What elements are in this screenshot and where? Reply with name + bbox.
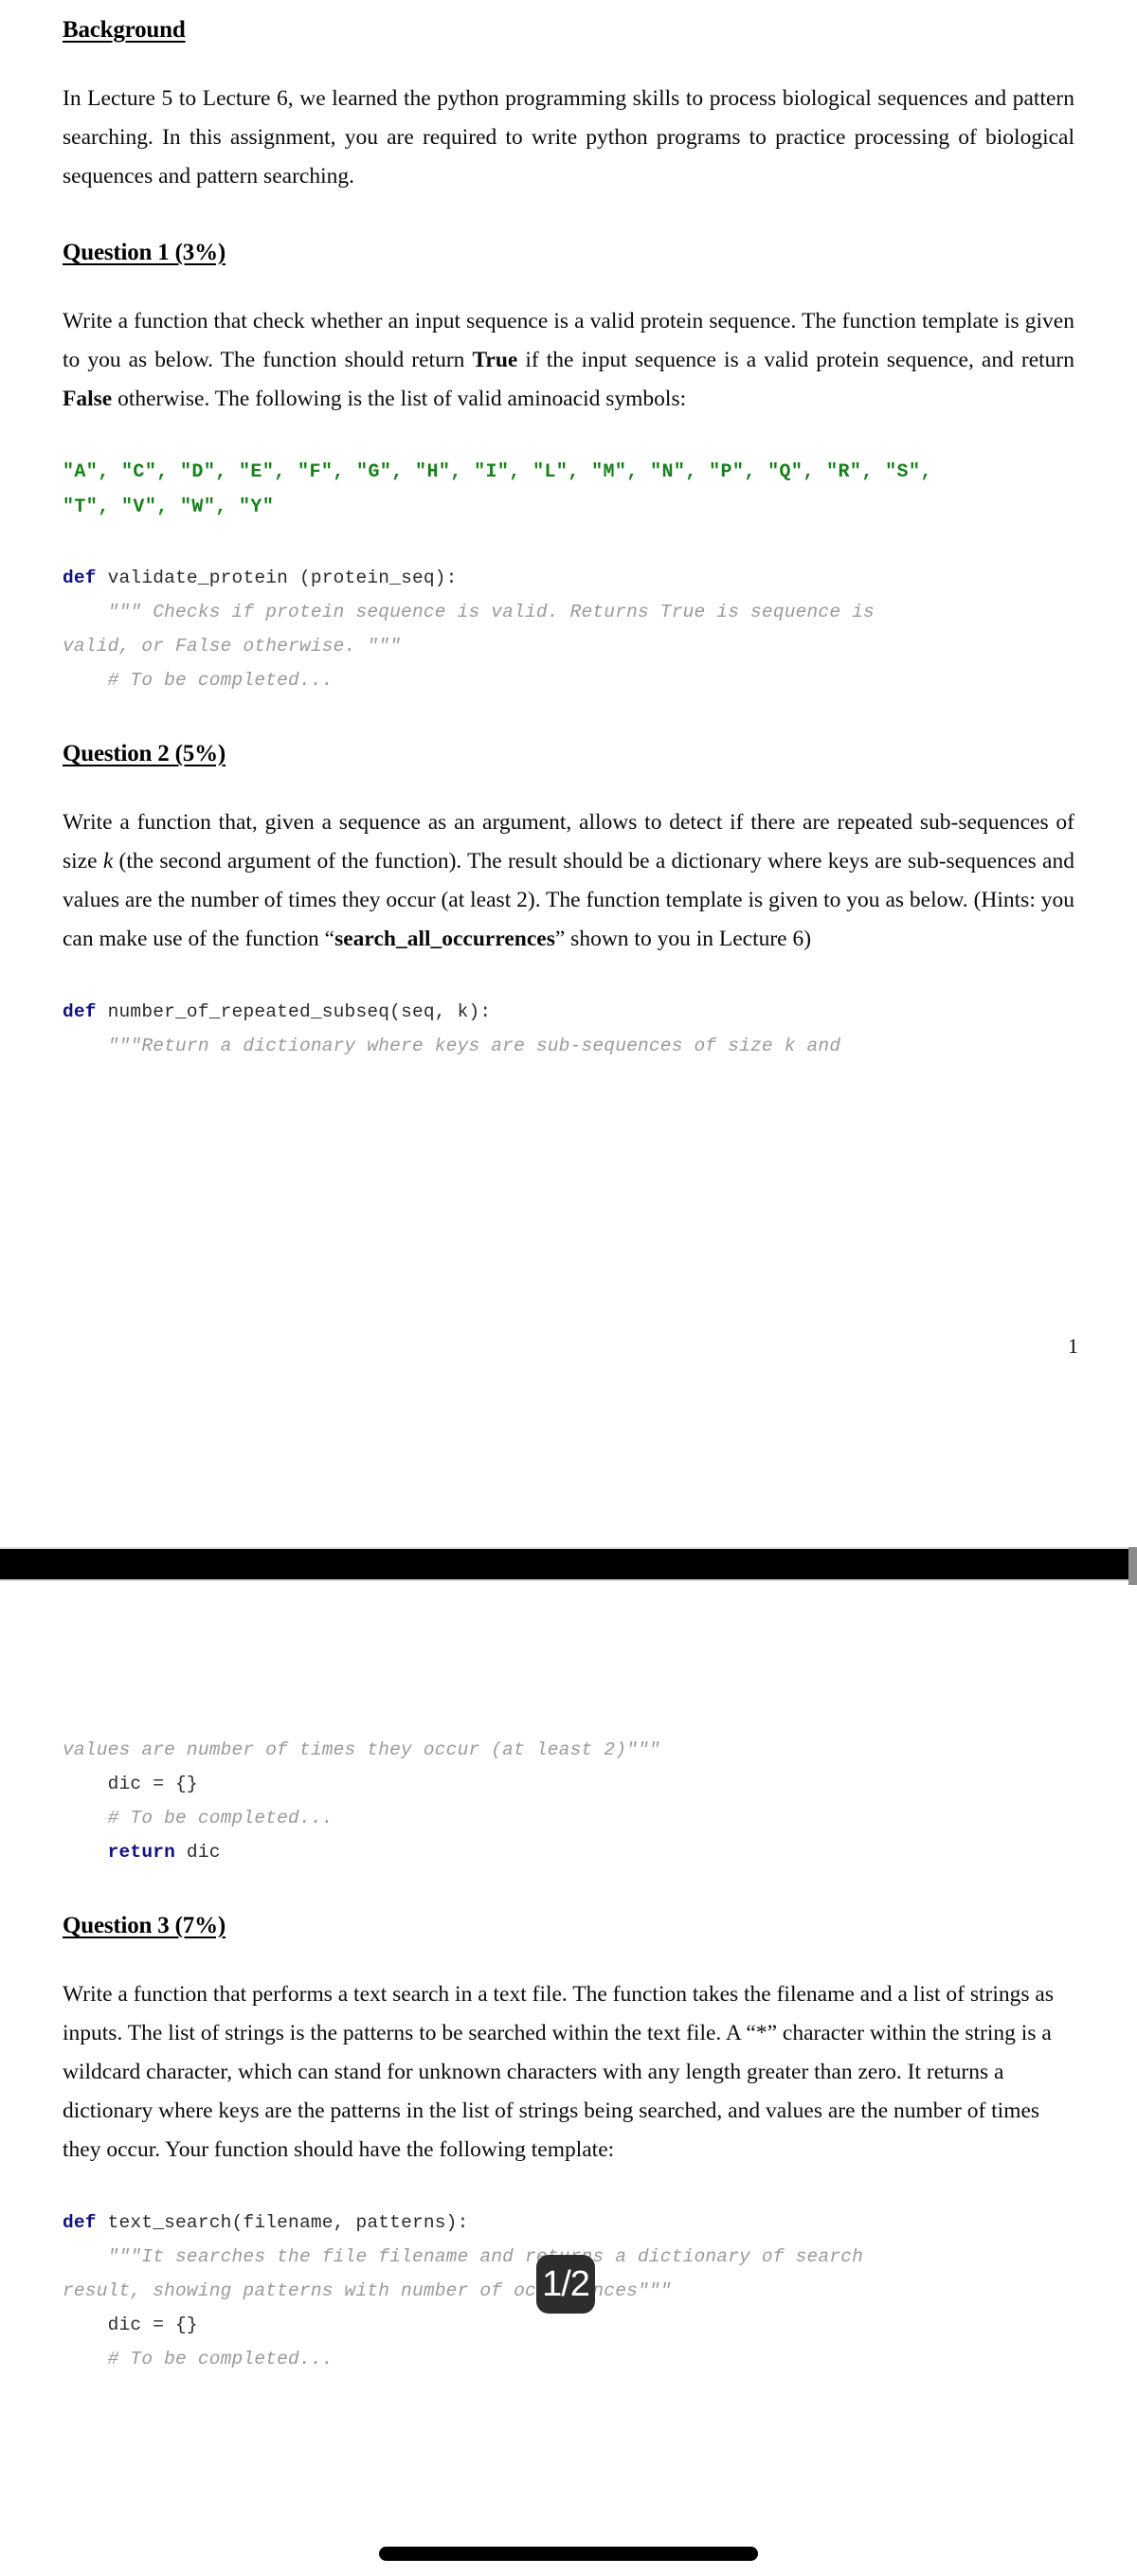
question-3-paragraph: Write a function that performs a text se… [63,1982,1054,2162]
document-page-2: values are number of times they occur (a… [0,1629,1137,2576]
q1-text-part-3: otherwise. The following is the list of … [112,387,687,411]
heading-background: Background [63,17,186,43]
q2-docstring-line-2: values are number of times they occur (a… [63,1739,660,1760]
q1-todo-comment: # To be completed... [63,670,334,691]
background-paragraph: In Lecture 5 to Lecture 6, we learned th… [63,86,1074,189]
q1-def-keyword: def [63,567,97,588]
heading-question-2: Question 2 (5%) [63,741,226,766]
q3-function-signature: text_search(filename, patterns): [96,2212,469,2233]
document-page-1: Background In Lecture 5 to Lecture 6, we… [0,0,1137,1500]
q2-todo-comment: # To be completed... [63,1808,334,1828]
page-gap-bottom [0,1581,1137,1629]
q3-docstring-line-1: """It searches the file filename and ret… [63,2246,864,2267]
q2-dic-assignment: dic = {} [63,1774,198,1794]
q1-bold-false: False [63,387,113,411]
question-1-paragraph: Write a function that check whether an i… [63,302,1074,419]
q1-docstring-line-2: valid, or False otherwise. """ [63,636,402,657]
q2-bold-search-all-occurrences: search_all_occurrences [334,927,555,951]
question-1-code-block: def validate_protein (protein_seq): """ … [63,561,1074,697]
home-indicator[interactable] [379,2547,758,2561]
page-gap-top [0,1500,1137,1547]
question-2-code-block-part-2: values are number of times they occur (a… [63,1733,1074,1869]
q2-def-keyword: def [63,1001,97,1022]
heading-question-3: Question 3 (7%) [63,1913,226,1938]
q1-bold-true: True [472,348,518,372]
q3-todo-comment: # To be completed... [63,2349,334,2369]
q2-docstring-line-1: """Return a dictionary where keys are su… [63,1036,841,1056]
q2-italic-k: k [102,849,114,874]
vertical-scrollbar-thumb[interactable] [1128,1547,1137,1585]
page-indicator-badge[interactable]: 1/2 [536,2255,595,2314]
q1-docstring-line-1: """ Checks if protein sequence is valid.… [63,602,875,622]
page-separator-bar [0,1547,1137,1585]
page-number-label: 1 [1068,1334,1078,1358]
pdf-viewer[interactable]: Background In Lecture 5 to Lecture 6, we… [0,0,1137,2576]
aminoacid-list-line-1: "A", "C", "D", "E", "F", "G", "H", "I", … [63,461,932,483]
q2-text-part-3: ” shown to you in Lecture 6) [554,927,812,951]
question-2-code-block-part-1: def number_of_repeated_subseq(seq, k): "… [63,995,1074,1063]
q2-return-keyword: return [63,1842,176,1863]
q1-text-part-2: if the input sequence is a valid protein… [517,348,1074,372]
heading-question-1: Question 1 (3%) [63,240,226,265]
q3-dic-assignment: dic = {} [63,2315,198,2335]
q1-function-signature: validate_protein (protein_seq): [96,567,458,588]
aminoacid-list-line-2: "T", "V", "W", "Y" [63,496,275,518]
question-2-paragraph: Write a function that, given a sequence … [63,803,1074,959]
q2-function-signature: number_of_repeated_subseq(seq, k): [96,1001,492,1022]
q2-return-value: dic [175,1842,221,1863]
q3-def-keyword: def [63,2212,97,2233]
